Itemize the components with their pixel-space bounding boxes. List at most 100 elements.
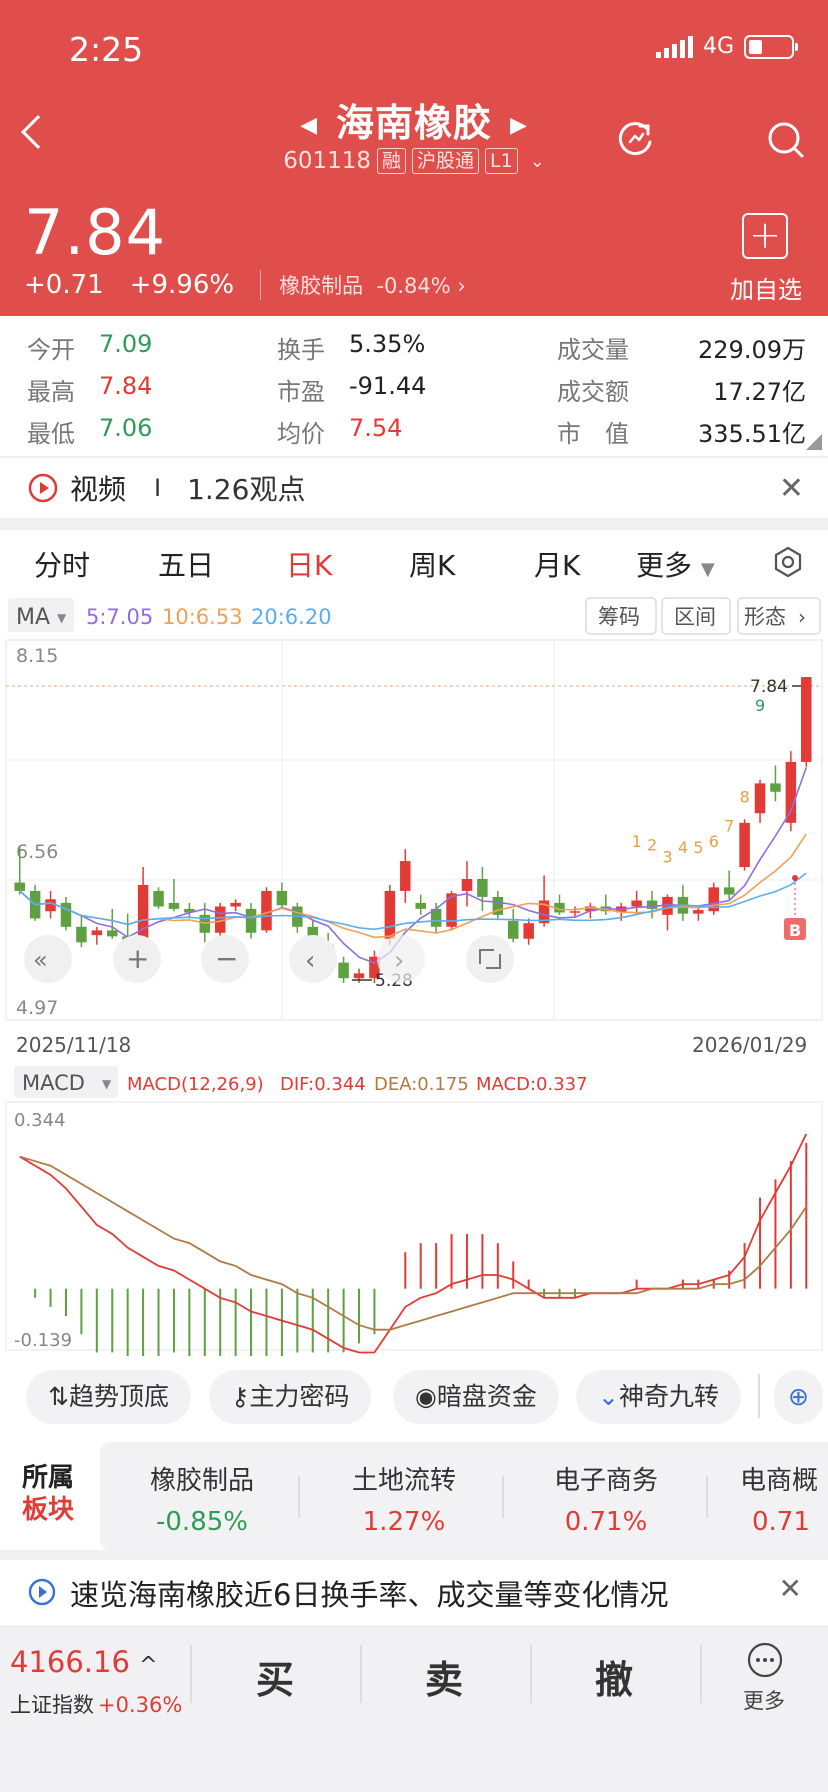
ma20-line bbox=[19, 872, 807, 931]
avg-value: 7.54 bbox=[349, 414, 403, 442]
index-pct: +0.36% bbox=[98, 1693, 183, 1717]
low-value: 7.06 bbox=[99, 414, 153, 442]
close-icon[interactable]: ✕ bbox=[779, 471, 804, 506]
sector-name: 橡胶制品 bbox=[149, 1466, 254, 1496]
play-icon bbox=[28, 1578, 56, 1606]
prev-stock-icon[interactable]: ◀ bbox=[300, 113, 318, 138]
scroll-left-fast-button[interactable]: « bbox=[24, 935, 72, 983]
nine-turn-mark: 1 bbox=[632, 832, 642, 851]
sector-item[interactable]: 土地流转 1.27% bbox=[302, 1460, 506, 1537]
candle-body bbox=[569, 911, 581, 913]
scroll-right-button[interactable]: › bbox=[377, 935, 425, 983]
cancel-order-button[interactable]: 撤 bbox=[595, 1649, 633, 1704]
zoom-in-button[interactable]: + bbox=[113, 935, 161, 983]
video-label[interactable]: 视频 bbox=[70, 468, 126, 508]
add-watchlist-button[interactable]: + bbox=[742, 213, 788, 259]
candle-body bbox=[261, 890, 272, 931]
tab-five-day[interactable]: 五日 bbox=[158, 544, 214, 584]
tools-more-button[interactable]: ⊕ bbox=[774, 1370, 823, 1424]
ma5-value: 5:7.05 bbox=[86, 605, 153, 629]
video-row[interactable]: 视频 I 1.26观点 ✕ bbox=[0, 458, 828, 518]
fullscreen-button[interactable] bbox=[466, 935, 514, 983]
amount-label: 成交额 bbox=[557, 378, 629, 406]
buy-button[interactable]: 买 bbox=[256, 1649, 294, 1704]
sector-item[interactable]: 橡胶制品 -0.85% bbox=[100, 1460, 304, 1537]
divider bbox=[706, 1476, 708, 1518]
add-watchlist-label[interactable]: 加自选 bbox=[730, 270, 802, 305]
tab-monthly-k[interactable]: 月K bbox=[534, 544, 580, 584]
refresh-icon[interactable] bbox=[616, 120, 656, 160]
chip-button[interactable]: 筹码 bbox=[585, 597, 657, 635]
candle-body bbox=[168, 902, 180, 909]
dark-pool-button[interactable]: ◉暗盘资金 bbox=[393, 1370, 559, 1424]
chart-area[interactable]: MA ▼ 5:7.05 10:6.53 20:6.20 筹码 区间 形态 › 8.… bbox=[0, 592, 828, 1360]
sector-name: 土地流转 bbox=[351, 1466, 456, 1496]
main-force-code-button[interactable]: ⚷主力密码 bbox=[209, 1370, 372, 1424]
kline-chart[interactable]: MA ▼ 5:7.05 10:6.53 20:6.20 筹码 区间 形态 › 8.… bbox=[0, 592, 828, 1360]
chevron-down-icon[interactable]: ⌄ bbox=[530, 151, 545, 172]
turnover-label: 换手 bbox=[277, 336, 325, 364]
tab-more[interactable]: 更多 ▼ bbox=[636, 544, 715, 584]
index-value-text: 4166.16 bbox=[10, 1645, 130, 1679]
tag-level: L1 bbox=[485, 148, 518, 174]
tool-label: 趋势顶底 bbox=[68, 1382, 169, 1411]
video-views[interactable]: 1.26观点 bbox=[187, 468, 305, 508]
close-icon[interactable]: ✕ bbox=[779, 1572, 802, 1605]
tab-more-label: 更多 bbox=[636, 549, 693, 582]
sector-name: 橡胶制品 bbox=[279, 274, 364, 298]
sort-icon: ⇅ bbox=[48, 1382, 69, 1411]
next-stock-icon[interactable]: ▶ bbox=[510, 113, 528, 138]
candle-body bbox=[14, 882, 25, 891]
search-icon[interactable] bbox=[766, 120, 806, 160]
price-change-row: +0.71 +9.96% 橡胶制品 -0.84% › bbox=[24, 270, 466, 300]
news-text[interactable]: 速览海南橡胶近6日换手率、成交量等变化情况 bbox=[70, 1572, 668, 1614]
expand-corner-icon[interactable] bbox=[806, 434, 822, 450]
more-label[interactable]: 更多 bbox=[743, 1685, 785, 1715]
sector-item[interactable]: 电商概 0.71 bbox=[740, 1460, 828, 1537]
index-value[interactable]: 4166.16 ^ bbox=[10, 1645, 158, 1679]
tab-intraday[interactable]: 分时 bbox=[34, 544, 90, 584]
dea-line bbox=[19, 1155, 808, 1331]
candle-body bbox=[76, 926, 87, 943]
key-icon: ⚷ bbox=[231, 1382, 250, 1411]
tab-daily-k[interactable]: 日K bbox=[286, 544, 332, 602]
tab-weekly-k[interactable]: 周K bbox=[409, 544, 455, 584]
candle-body bbox=[754, 783, 766, 814]
date-end: 2026/01/29 bbox=[692, 1033, 807, 1057]
settings-icon[interactable] bbox=[772, 546, 804, 578]
pe-value: -91.44 bbox=[349, 372, 427, 400]
sectors-panel: 所属 板块 橡胶制品 -0.85% 土地流转 1.27% 电子商务 0.71% 电商概… bbox=[0, 1442, 828, 1550]
macd-select-label: MACD bbox=[22, 1071, 85, 1095]
tool-label: 暗盘资金 bbox=[436, 1382, 537, 1411]
zoom-out-button[interactable]: − bbox=[201, 935, 249, 983]
tag-margin: 融 bbox=[377, 148, 407, 174]
dif-line bbox=[19, 1133, 808, 1354]
play-icon[interactable] bbox=[28, 473, 58, 503]
chevron-right-icon: › bbox=[394, 946, 404, 976]
high-value: 7.84 bbox=[99, 372, 153, 400]
sector-link[interactable]: 橡胶制品 -0.84% › bbox=[260, 270, 466, 300]
scroll-left-button[interactable]: ‹ bbox=[289, 935, 337, 983]
macd-params: MACD(12,26,9) bbox=[127, 1074, 264, 1095]
market-cap-label: 市 值 bbox=[557, 420, 629, 448]
divider bbox=[360, 1645, 362, 1703]
status-time: 2:25 bbox=[69, 30, 144, 69]
tools-divider bbox=[758, 1374, 760, 1418]
macd-value: MACD:0.337 bbox=[476, 1074, 588, 1095]
candle-body bbox=[245, 908, 257, 933]
macd-dif: DIF:0.344 bbox=[280, 1074, 366, 1095]
sell-button[interactable]: 卖 bbox=[425, 1649, 463, 1704]
pattern-button[interactable]: 形态 › bbox=[737, 597, 821, 635]
sector-item[interactable]: 电子商务 0.71% bbox=[504, 1460, 708, 1537]
nine-turn-mark: 6 bbox=[709, 832, 719, 851]
buy-signal-dot bbox=[792, 875, 798, 881]
candle-body bbox=[276, 890, 288, 906]
date-start: 2025/11/18 bbox=[16, 1033, 131, 1057]
news-row[interactable]: 速览海南橡胶近6日换手率、成交量等变化情况 ✕ bbox=[0, 1560, 828, 1626]
trend-top-bottom-button[interactable]: ⇅趋势顶底 bbox=[26, 1370, 191, 1424]
more-icon[interactable] bbox=[746, 1641, 784, 1679]
axis-top-label: 8.15 bbox=[16, 645, 58, 667]
magic-nine-button[interactable]: ⌄神奇九转 bbox=[576, 1370, 741, 1424]
index-name[interactable]: 上证指数 +0.36% bbox=[10, 1689, 182, 1719]
range-button[interactable]: 区间 bbox=[661, 597, 731, 635]
